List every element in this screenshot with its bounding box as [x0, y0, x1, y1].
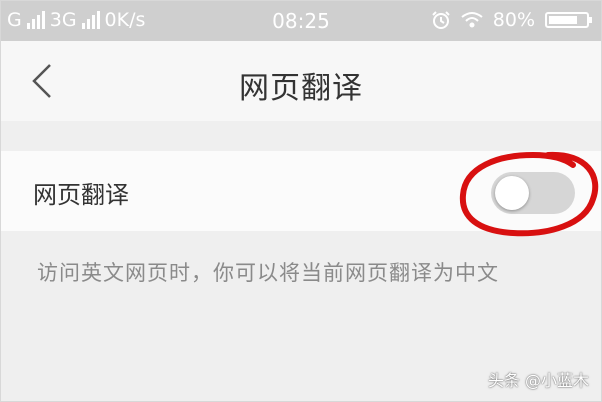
web-translate-setting-row[interactable]: 网页翻译: [1, 151, 601, 231]
toggle-knob: [495, 176, 529, 210]
wifi-icon: [461, 12, 483, 28]
page-title: 网页翻译: [239, 71, 363, 106]
web-translate-toggle[interactable]: [491, 172, 575, 214]
setting-description: 访问英文网页时，你可以将当前网页翻译为中文: [37, 261, 499, 285]
setting-label: 网页翻译: [33, 181, 129, 209]
watermark: 头条 @小蓝木: [487, 371, 589, 390]
status-bar: G 3G 0K/s 08:25 80%: [1, 1, 601, 41]
navigation-bar: 网页翻译: [1, 41, 601, 121]
battery-icon: [545, 12, 592, 28]
alarm-icon: [432, 11, 450, 29]
battery-percent: 80%: [492, 9, 535, 31]
status-right: 80%: [431, 9, 592, 31]
battery-fill: [549, 16, 577, 24]
